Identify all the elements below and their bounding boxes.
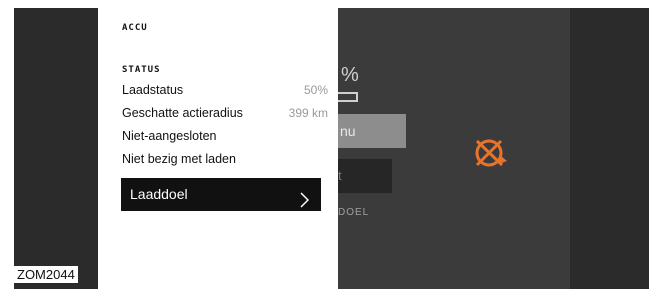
panel-title: ACCU: [122, 23, 148, 33]
row-value: 399 km: [288, 106, 328, 120]
figure-id-label: ZOM2044: [14, 266, 78, 283]
display-screen: % nu t DOEL ACCU STATUS Laadstatus 50% G…: [98, 8, 570, 289]
charging-crossed-icon: [471, 134, 509, 172]
status-section-title: STATUS: [122, 65, 161, 75]
chevron-right-icon: [300, 187, 310, 208]
status-row-range: Geschatte actieradius 399 km: [122, 106, 328, 122]
background-menu-button: nu: [338, 114, 406, 148]
row-label: Geschatte actieradius: [122, 106, 243, 120]
charge-target-label: Laaddoel: [130, 186, 188, 202]
row-label: Laadstatus: [122, 83, 184, 97]
background-dark-button: t: [338, 159, 392, 193]
row-label: Niet bezig met laden: [122, 152, 236, 166]
status-row-connection: Niet-aangesloten: [122, 129, 328, 145]
status-row-charging: Niet bezig met laden: [122, 152, 328, 168]
battery-panel: ACCU STATUS Laadstatus 50% Geschatte act…: [98, 8, 338, 289]
row-value: 50%: [303, 83, 328, 97]
background-view: [338, 8, 570, 289]
charge-target-button[interactable]: Laaddoel: [121, 178, 321, 211]
background-caption: DOEL: [338, 207, 370, 218]
display-frame-right: [570, 8, 649, 289]
row-label: Niet-aangesloten: [122, 129, 217, 143]
background-battery-bar: [338, 92, 358, 102]
display-frame-left: [14, 8, 98, 289]
background-percent-text: %: [341, 64, 359, 86]
status-row-charge: Laadstatus 50%: [122, 83, 328, 99]
